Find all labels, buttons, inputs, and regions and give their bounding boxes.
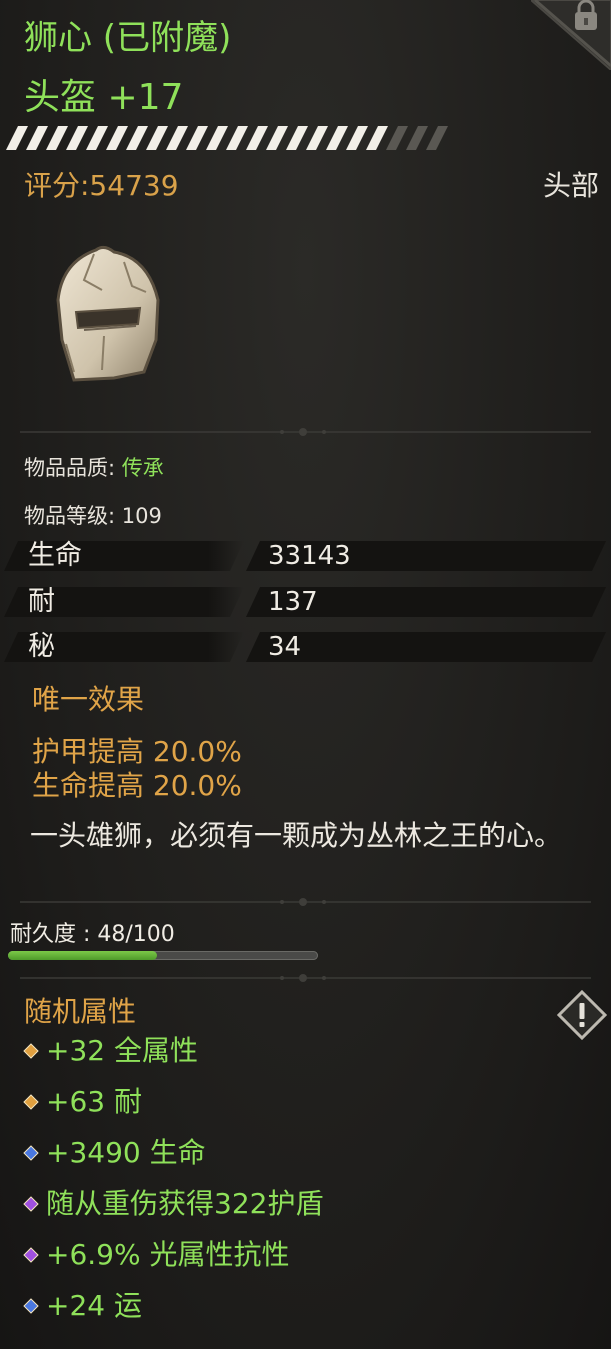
section-divider — [20, 974, 591, 982]
unique-effect-line: 生命提高 20.0% — [32, 769, 242, 802]
item-score: 评分:54739 — [24, 169, 179, 202]
stat-label: 秘 — [28, 631, 55, 662]
stat-row: 生命 33143 — [0, 538, 611, 574]
random-attribute-text: 随从重伤获得322护盾 — [46, 1187, 324, 1220]
section-divider — [20, 428, 591, 436]
random-attribute-item: 随从重伤获得322护盾 — [22, 1184, 323, 1224]
rarity-stripe — [286, 126, 308, 150]
equip-slot: 头部 — [542, 169, 599, 202]
quality-value: 传承 — [121, 456, 164, 480]
flavor-text: 一头雄狮，必须有一颗成为丛林之王的心。 — [30, 819, 563, 852]
rarity-stripe — [226, 126, 248, 150]
gem-icon — [23, 1298, 39, 1314]
rarity-stripe — [166, 126, 188, 150]
random-attribute-item: +24 运 — [22, 1286, 142, 1326]
rarity-stripe — [46, 126, 68, 150]
helmet-icon — [56, 245, 160, 382]
stat-row: 耐 137 — [0, 584, 611, 620]
rarity-stripe — [26, 126, 48, 150]
durability-label: 耐久度 : 48/100 — [10, 922, 175, 947]
warning-diamond-icon[interactable] — [557, 990, 607, 1040]
section-divider — [20, 898, 591, 906]
stat-label: 生命 — [28, 540, 82, 571]
rarity-stripe — [246, 126, 268, 150]
rarity-stripe — [146, 126, 168, 150]
rarity-stripe — [406, 126, 428, 150]
random-attribute-text: +24 运 — [46, 1289, 142, 1322]
gem-icon — [23, 1145, 39, 1161]
gem-icon — [23, 1247, 39, 1263]
rarity-stripe — [326, 126, 348, 150]
random-attribute-text: +6.9% 光属性抗性 — [46, 1238, 290, 1271]
rarity-stripe — [186, 126, 208, 150]
item-level: 物品等级: 109 — [24, 504, 162, 528]
random-attribute-text: +3490 生命 — [46, 1136, 206, 1169]
rarity-stripe — [6, 126, 28, 150]
random-attribute-item: +63 耐 — [22, 1082, 142, 1122]
rarity-stripe — [306, 126, 328, 150]
rarity-stripe — [366, 126, 388, 150]
stat-row: 秘 34 — [0, 629, 611, 665]
random-attribute-text: +63 耐 — [46, 1085, 142, 1118]
random-attribute-item: +6.9% 光属性抗性 — [22, 1235, 290, 1275]
rarity-stripe — [266, 126, 288, 150]
item-tooltip-panel: 狮心 (已附魔) 头盔 +17 评分:54739 头部 物品品质: 传承 物品等… — [0, 0, 611, 1349]
gem-icon — [23, 1094, 39, 1110]
stat-value: 137 — [268, 587, 318, 617]
random-attributes-title: 随机属性 — [24, 995, 137, 1028]
gem-icon — [23, 1196, 39, 1212]
item-type: 头盔 +17 — [24, 77, 184, 118]
durability-fill — [8, 951, 157, 960]
lock-icon[interactable] — [531, 0, 611, 70]
stat-label: 耐 — [28, 586, 55, 617]
rarity-stripe — [126, 126, 148, 150]
gem-icon — [23, 1043, 39, 1059]
stat-value: 33143 — [268, 541, 351, 571]
rarity-stripe — [386, 126, 408, 150]
random-attribute-item: +3490 生命 — [22, 1133, 206, 1173]
unique-effect-title: 唯一效果 — [32, 683, 145, 716]
durability-bar — [8, 951, 318, 960]
stat-value: 34 — [268, 632, 302, 662]
rarity-stripe — [346, 126, 368, 150]
rarity-stripe — [106, 126, 128, 150]
rarity-stripe-bar — [6, 126, 448, 150]
rarity-stripe — [206, 126, 228, 150]
item-name: 狮心 (已附魔) — [24, 18, 232, 58]
item-quality: 物品品质: 传承 — [24, 452, 164, 482]
random-attribute-item: +32 全属性 — [22, 1031, 198, 1071]
rarity-stripe — [426, 126, 448, 150]
rarity-stripe — [66, 126, 88, 150]
rarity-stripe — [86, 126, 108, 150]
quality-label: 物品品质: — [24, 456, 116, 480]
random-attribute-text: +32 全属性 — [46, 1034, 198, 1067]
